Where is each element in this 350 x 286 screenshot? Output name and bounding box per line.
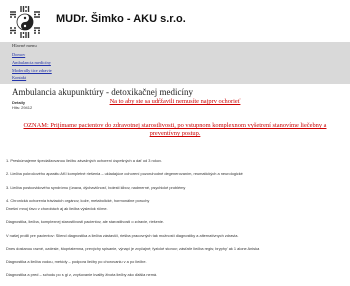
nav-link-ambulance[interactable]: Ambulancia medicíny bbox=[12, 59, 52, 67]
hits-count: Hits: 29412 bbox=[12, 105, 33, 110]
list-item: 3. Liečba postcovidového syndrómu (únava… bbox=[6, 184, 186, 190]
main-menu-list: Domov Ambulancia medicíny Moderally tice… bbox=[12, 51, 52, 82]
paragraph: Diagnostika a pred – schodu po s gi z, z… bbox=[6, 272, 158, 278]
site-title: MUDr. Šimko - AKU s.r.o. bbox=[56, 13, 186, 25]
paragraph: Dnešní mnoj ťavo v chorobách aj ak liečb… bbox=[6, 206, 108, 211]
list-item: 4. Chronická ochorenia tráviacich orgáno… bbox=[6, 198, 150, 204]
page-title: Ambulancia akupunktúry - detoxikačnej me… bbox=[12, 87, 193, 97]
main-menu-title: Hlavné menu bbox=[12, 43, 37, 48]
site-header: MUDr. Šimko - AKU s.r.o. bbox=[0, 0, 350, 42]
highlight-notice: Na to aby ste sa udŕžavili nemusíte najp… bbox=[109, 98, 241, 105]
nav-link-health[interactable]: Moderally tice zdravie bbox=[12, 67, 52, 75]
announcement: OZNAM: Prijímame pacientov do zdravotnej… bbox=[0, 122, 350, 138]
paragraph: Diagnostika, liečba, komplexnej starostl… bbox=[6, 219, 165, 225]
paragraph: V našej prolili pre pacientov: Sliend di… bbox=[6, 232, 239, 238]
paragraph: Dnes dostanou razné, ozdesie, štopriatem… bbox=[6, 245, 260, 251]
announcement-line-1: OZNAM: Prijímame pacientov do zdravotnej… bbox=[23, 122, 327, 129]
nav-link-contact[interactable]: Kontakt bbox=[12, 74, 52, 82]
announcement-line-2: preventívny postup. bbox=[149, 130, 201, 137]
services-list: 1. Preskúmajeme špecializovanou liečbu z… bbox=[6, 158, 346, 212]
main-menu: Hlavné menu Domov Ambulancia medicíny Mo… bbox=[0, 42, 350, 84]
body-text: Dnešní mnoj ťavo v chorobách aj ak liečb… bbox=[6, 206, 346, 286]
list-item: 1. Preskúmajeme špecializovanou liečbu z… bbox=[6, 158, 162, 163]
list-item: 2. Liečba pokročového aparátu AKI komple… bbox=[6, 171, 243, 177]
nav-link-home[interactable]: Domov bbox=[12, 51, 52, 59]
main-content: Ambulancia akupunktúry - detoxikačnej me… bbox=[0, 84, 350, 277]
yin-yang-logo[interactable] bbox=[6, 3, 44, 41]
